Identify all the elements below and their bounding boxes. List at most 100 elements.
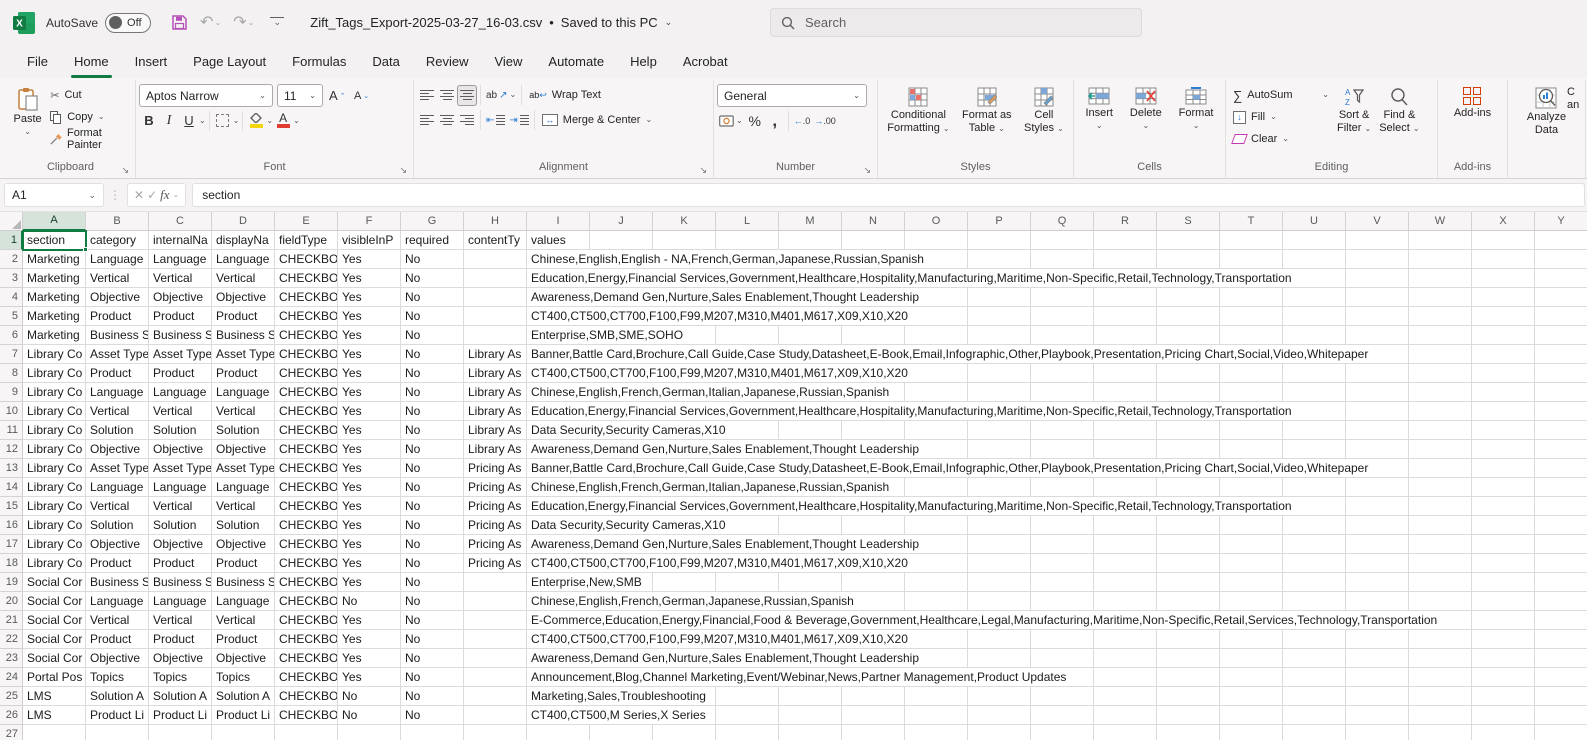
cell-A9[interactable]: Library Co — [23, 383, 86, 402]
cell-W22[interactable] — [1409, 630, 1472, 649]
cell-X24[interactable] — [1472, 668, 1535, 687]
bold-button[interactable]: B — [139, 110, 159, 131]
cell-Q1[interactable] — [1031, 231, 1094, 250]
cell-Q5[interactable] — [1031, 307, 1094, 326]
insert-dropdown-icon[interactable]: ⌄ — [1096, 122, 1103, 130]
cell-G4[interactable]: No — [401, 288, 464, 307]
column-header-Y[interactable]: Y — [1535, 212, 1587, 231]
cell-D22[interactable]: Product — [212, 630, 275, 649]
cell-E2[interactable]: CHECKBOX — [275, 250, 338, 269]
column-header-U[interactable]: U — [1283, 212, 1346, 231]
cell-I17[interactable]: Awareness,Demand Gen,Nurture,Sales Enabl… — [527, 535, 923, 554]
cell-O16[interactable] — [905, 516, 968, 535]
cell-S22[interactable] — [1157, 630, 1220, 649]
decrease-decimal-button[interactable]: →.00 — [812, 110, 838, 131]
cell-D11[interactable]: Solution — [212, 421, 275, 440]
cell-X9[interactable] — [1472, 383, 1535, 402]
cell-X20[interactable] — [1472, 592, 1535, 611]
cell-H14[interactable]: Pricing As — [464, 478, 527, 497]
cell-Y20[interactable] — [1535, 592, 1587, 611]
cell-F16[interactable]: Yes — [338, 516, 401, 535]
cell-W9[interactable] — [1409, 383, 1472, 402]
autosum-button[interactable]: ∑ AutoSum ⌄ — [1229, 84, 1333, 106]
cell-V20[interactable] — [1346, 592, 1409, 611]
autosave-toggle[interactable]: Off — [105, 12, 152, 33]
cell-E19[interactable]: CHECKBOX — [275, 573, 338, 592]
cell-Y1[interactable] — [1535, 231, 1587, 250]
cell-F15[interactable]: Yes — [338, 497, 401, 516]
cell-V27[interactable] — [1346, 725, 1409, 740]
format-painter-button[interactable]: Format Painter — [46, 127, 132, 151]
cell-W2[interactable] — [1409, 250, 1472, 269]
cell-F9[interactable]: Yes — [338, 383, 401, 402]
cell-H16[interactable]: Pricing As — [464, 516, 527, 535]
conditional-formatting-dropdown-icon[interactable]: ⌄ — [943, 124, 950, 133]
cell-P11[interactable] — [968, 421, 1031, 440]
cancel-icon[interactable]: ✕ — [134, 188, 144, 202]
cell-U4[interactable] — [1283, 288, 1346, 307]
column-header-N[interactable]: N — [842, 212, 905, 231]
cell-T5[interactable] — [1220, 307, 1283, 326]
cell-B15[interactable]: Vertical — [86, 497, 149, 516]
cell-O25[interactable] — [905, 687, 968, 706]
row-header-7[interactable]: 7 — [0, 345, 23, 364]
cell-X11[interactable] — [1472, 421, 1535, 440]
cell-V22[interactable] — [1346, 630, 1409, 649]
cell-F7[interactable]: Yes — [338, 345, 401, 364]
cell-D5[interactable]: Product — [212, 307, 275, 326]
cell-U12[interactable] — [1283, 440, 1346, 459]
cell-S5[interactable] — [1157, 307, 1220, 326]
fill-dropdown-icon[interactable]: ⌄ — [1270, 113, 1277, 121]
column-header-S[interactable]: S — [1157, 212, 1220, 231]
cell-A12[interactable]: Library Co — [23, 440, 86, 459]
cell-A21[interactable]: Social Cor — [23, 611, 86, 630]
column-header-E[interactable]: E — [275, 212, 338, 231]
tab-home[interactable]: Home — [61, 45, 122, 78]
clear-dropdown-icon[interactable]: ⌄ — [1282, 135, 1289, 143]
cell-H3[interactable] — [464, 269, 527, 288]
cell-C10[interactable]: Vertical — [149, 402, 212, 421]
addins-button[interactable]: Add-ins — [1450, 82, 1495, 122]
cell-E15[interactable]: CHECKBOX — [275, 497, 338, 516]
format-dropdown-icon[interactable]: ⌄ — [1193, 122, 1200, 130]
underline-dropdown-icon[interactable]: ⌄ — [199, 116, 206, 125]
cell-T26[interactable] — [1220, 706, 1283, 725]
merge-center-dropdown-icon[interactable]: ⌄ — [645, 116, 652, 124]
cell-I11[interactable]: Data Security,Security Cameras,X10 — [527, 421, 729, 440]
underline-button[interactable]: U — [179, 110, 199, 131]
cell-S16[interactable] — [1157, 516, 1220, 535]
cell-R17[interactable] — [1094, 535, 1157, 554]
cell-E8[interactable]: CHECKBOX — [275, 364, 338, 383]
cell-P8[interactable] — [968, 364, 1031, 383]
cell-O6[interactable] — [905, 326, 968, 345]
row-header-13[interactable]: 13 — [0, 459, 23, 478]
cell-A18[interactable]: Library Co — [23, 554, 86, 573]
cell-X8[interactable] — [1472, 364, 1535, 383]
cell-E4[interactable]: CHECKBOX — [275, 288, 338, 307]
search-input[interactable]: Search — [770, 8, 1142, 37]
cell-I15[interactable]: Education,Energy,Financial Services,Gove… — [527, 497, 1295, 516]
cell-Q14[interactable] — [1031, 478, 1094, 497]
cell-B18[interactable]: Product — [86, 554, 149, 573]
cell-D9[interactable]: Language — [212, 383, 275, 402]
cell-T27[interactable] — [1220, 725, 1283, 740]
cell-V26[interactable] — [1346, 706, 1409, 725]
column-header-A[interactable]: A — [23, 212, 86, 231]
cell-R4[interactable] — [1094, 288, 1157, 307]
cell-B10[interactable]: Vertical — [86, 402, 149, 421]
cell-H19[interactable] — [464, 573, 527, 592]
cell-Q16[interactable] — [1031, 516, 1094, 535]
cell-K19[interactable] — [653, 573, 716, 592]
cell-I22[interactable]: CT400,CT500,CT700,F100,F99,M207,M310,M40… — [527, 630, 911, 649]
column-header-C[interactable]: C — [149, 212, 212, 231]
cell-H8[interactable]: Library As — [464, 364, 527, 383]
cell-B16[interactable]: Solution — [86, 516, 149, 535]
row-header-4[interactable]: 4 — [0, 288, 23, 307]
cell-S9[interactable] — [1157, 383, 1220, 402]
cell-P14[interactable] — [968, 478, 1031, 497]
cell-F26[interactable]: No — [338, 706, 401, 725]
alignment-dialog-launcher-icon[interactable]: ↘ — [699, 162, 707, 178]
cell-O14[interactable] — [905, 478, 968, 497]
cell-C8[interactable]: Product — [149, 364, 212, 383]
cell-C1[interactable]: internalNa — [149, 231, 212, 250]
